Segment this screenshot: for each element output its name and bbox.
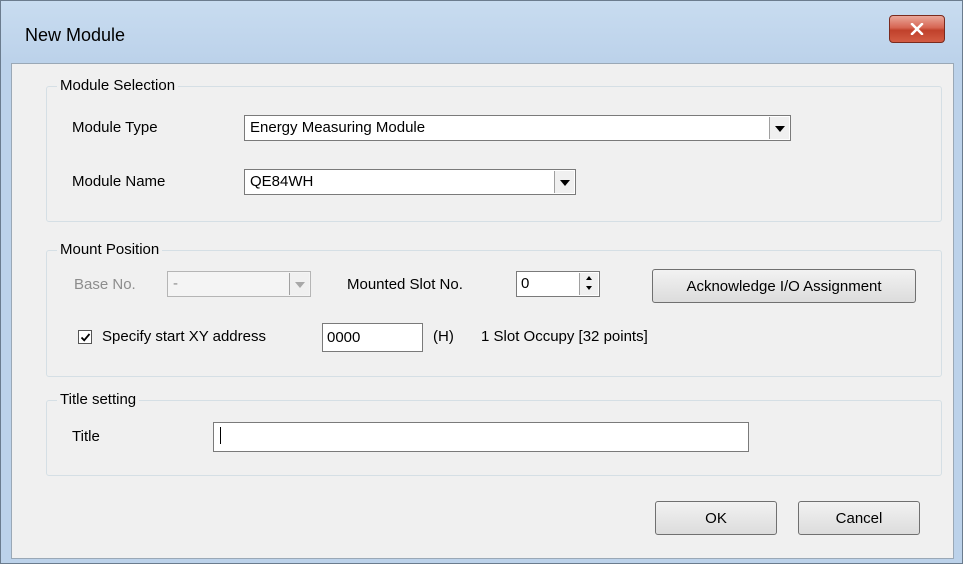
specify-start-xy-checkbox[interactable]: [78, 330, 92, 344]
close-icon: [910, 23, 924, 35]
acknowledge-io-assignment-button[interactable]: Acknowledge I/O Assignment: [652, 269, 916, 303]
window-title: New Module: [25, 25, 126, 45]
module-name-select[interactable]: QE84WH: [244, 169, 576, 195]
text-caret: [220, 427, 221, 444]
slot-occupy-text: 1 Slot Occupy [32 points]: [481, 328, 648, 345]
new-module-dialog: New Module Module Selection Module Type …: [0, 0, 963, 564]
module-type-select[interactable]: Energy Measuring Module: [244, 115, 791, 141]
checkmark-icon: [80, 333, 91, 342]
mounted-slot-label: Mounted Slot No.: [347, 276, 463, 293]
module-selection-group: Module Selection: [46, 77, 942, 222]
chevron-down-icon[interactable]: [289, 273, 309, 295]
hex-unit-label: (H): [433, 328, 454, 345]
base-no-select[interactable]: -: [167, 271, 311, 297]
start-xy-address-input[interactable]: 0000: [322, 323, 423, 352]
module-name-label: Module Name: [72, 173, 166, 190]
chevron-down-icon[interactable]: [769, 117, 789, 139]
spin-down-icon[interactable]: [579, 283, 598, 295]
ok-button[interactable]: OK: [655, 501, 777, 535]
module-type-value: Energy Measuring Module: [250, 119, 426, 136]
mounted-slot-value: 0: [521, 275, 530, 292]
module-selection-title: Module Selection: [57, 77, 179, 95]
cancel-button[interactable]: Cancel: [798, 501, 920, 535]
title-input[interactable]: [213, 422, 749, 452]
base-no-value: -: [173, 275, 178, 292]
title-setting-title: Title setting: [57, 391, 140, 409]
title-label: Title: [72, 428, 100, 445]
module-type-label: Module Type: [72, 119, 158, 136]
start-xy-address-value: 0000: [327, 329, 361, 346]
mount-position-title: Mount Position: [57, 241, 163, 259]
close-button[interactable]: [889, 15, 945, 43]
specify-start-xy-label: Specify start XY address: [102, 328, 266, 345]
title-bar[interactable]: New Module: [1, 1, 962, 63]
mounted-slot-spinner[interactable]: 0: [516, 271, 600, 297]
chevron-down-icon[interactable]: [554, 171, 574, 193]
module-name-value: QE84WH: [250, 173, 314, 190]
base-no-label: Base No.: [74, 276, 136, 293]
dialog-body: Module Selection Module Type Energy Meas…: [11, 63, 954, 559]
